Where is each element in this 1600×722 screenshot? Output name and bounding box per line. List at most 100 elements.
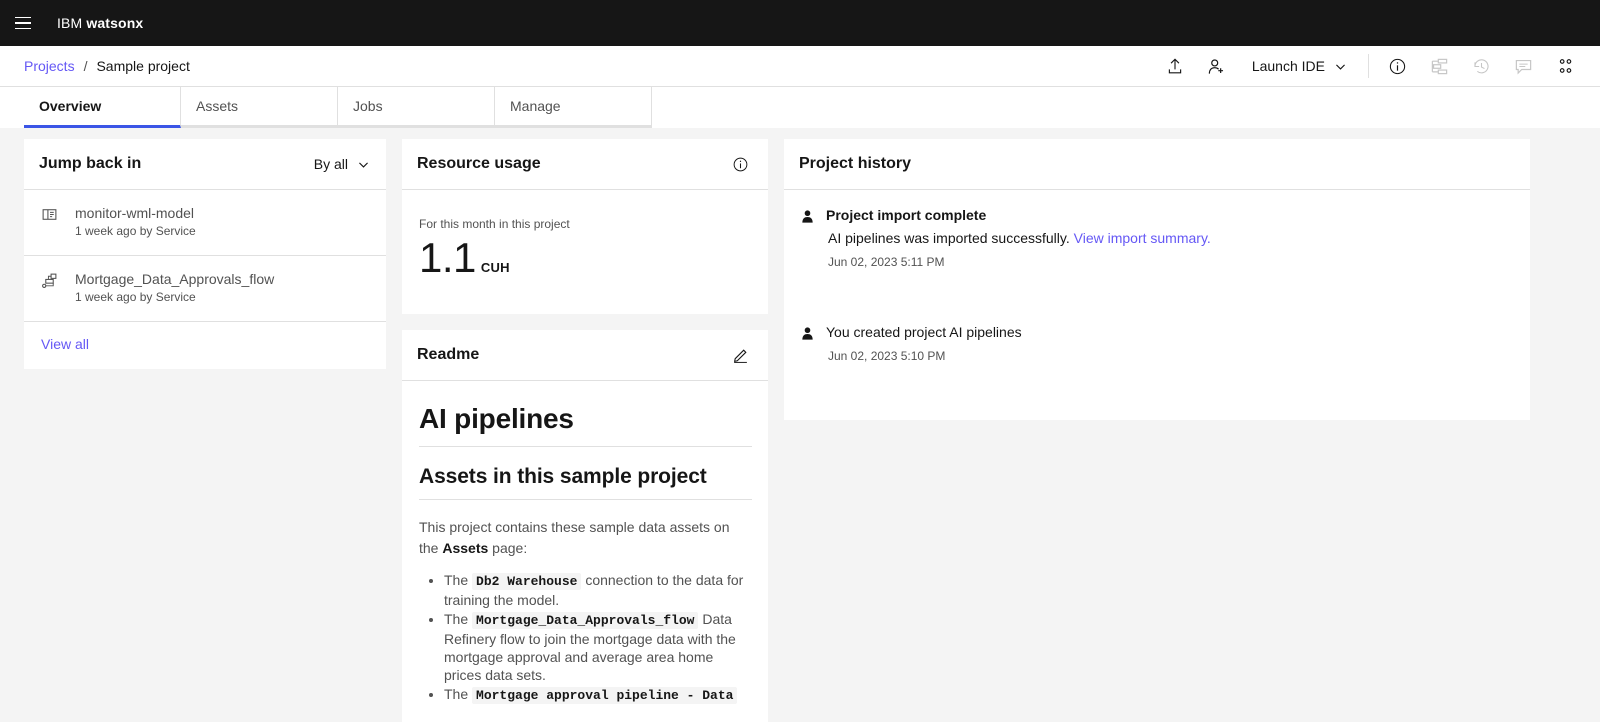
history-entry-content: You created project AI pipelines Jun 02,… [826,323,1022,364]
list-item-text: Mortgage_Data_Approvals_flow 1 week ago … [75,270,274,306]
breadcrumb-separator: / [83,58,88,74]
upload-icon[interactable] [1154,46,1196,87]
add-user-icon[interactable] [1196,46,1238,87]
readme-bullet: The Mortgage approval pipeline - Data [444,685,752,705]
tab-manage[interactable]: Manage [495,87,652,128]
resource-usage-value: 1.1 [419,234,476,281]
project-history-card: Project history Project import complete … [784,139,1530,420]
breadcrumb-actions: Launch IDE [1154,46,1586,86]
column-left: Jump back in By all monitor-wml-model 1 … [24,139,386,369]
history-entry-title: You created project AI pipelines [826,324,1022,340]
breadcrumb: Projects / Sample project [24,58,190,74]
app-header: IBM watsonx [0,0,1600,46]
tab-bar: Overview Assets Jobs Manage [0,87,1600,128]
user-avatar-icon [800,206,816,270]
bullet-code: Mortgage approval pipeline - Data [472,687,738,704]
user-avatar-icon [800,323,816,364]
history-entry: You created project AI pipelines Jun 02,… [800,323,1514,364]
chevron-down-icon [359,161,368,168]
tab-manage-label: Manage [510,98,561,114]
readme-bullet: The Db2 Warehouse connection to the data… [444,571,752,609]
list-item-name: Mortgage_Data_Approvals_flow [75,271,275,287]
bullet-text-before: The [444,611,473,627]
jump-back-in-header-actions: By all [314,156,370,172]
resource-usage-unit: CUH [480,260,510,275]
connections-icon[interactable] [1544,46,1586,87]
edit-pencil-icon[interactable] [728,343,752,367]
brand-name: watsonx [86,15,144,31]
resource-usage-card: Resource usage For this month in this pr… [402,139,768,314]
data-flow-icon [41,270,59,306]
project-history-title: Project history [799,155,912,172]
resource-usage-header: Resource usage [402,139,768,190]
readme-header-actions [728,343,752,367]
bullet-text-before: The [444,572,473,588]
brand-prefix: IBM [57,15,83,31]
readme-header: Readme [402,330,768,381]
breadcrumb-projects-link[interactable]: Projects [24,58,75,74]
readme-intro-bold: Assets [442,540,489,556]
jump-back-in-header: Jump back in By all [24,139,386,190]
resource-usage-period: For this month in this project [419,217,570,231]
launch-ide-button[interactable]: Launch IDE [1238,46,1361,87]
toolbar-divider [1368,54,1369,78]
project-history-body: Project import complete AI pipelines was… [784,190,1530,420]
tab-jobs[interactable]: Jobs [338,87,495,128]
readme-title: Readme [417,346,480,363]
chevron-down-icon [1336,63,1345,70]
bullet-text-before: The [444,686,473,702]
column-middle: Resource usage For this month in this pr… [402,139,768,722]
tab-assets[interactable]: Assets [181,87,338,128]
tab-jobs-label: Jobs [353,98,383,114]
history-entry-title: Project import complete [826,207,987,223]
bullet-code: Db2 Warehouse [472,573,582,590]
readme-body: AI pipelines Assets in this sample proje… [402,381,768,722]
comment-icon[interactable] [1502,46,1544,87]
information-icon[interactable] [728,152,752,176]
resource-usage-title: Resource usage [417,155,541,172]
resource-usage-header-actions [728,152,752,176]
jump-back-in-filter-dropdown[interactable]: By all [314,156,370,172]
list-item-text: monitor-wml-model 1 week ago by Service [75,204,196,240]
breadcrumb-bar: Projects / Sample project Launch IDE [0,46,1600,87]
bullet-code: Mortgage_Data_Approvals_flow [472,612,699,629]
information-icon[interactable] [1376,46,1418,87]
page-content: Jump back in By all monitor-wml-model 1 … [0,128,1600,722]
column-right: Project history Project import complete … [784,139,1530,420]
history-entry-content: Project import complete AI pipelines was… [826,206,1211,270]
history-icon[interactable] [1460,46,1502,87]
tab-overview[interactable]: Overview [24,87,181,128]
tab-assets-label: Assets [196,98,239,114]
tab-overview-label: Overview [39,98,102,114]
readme-intro: This project contains these sample data … [419,517,752,559]
jump-back-in-card: Jump back in By all monitor-wml-model 1 … [24,139,386,369]
jump-back-in-footer: View all [24,322,386,369]
jump-back-in-filter-label: By all [313,156,348,172]
brand-logo[interactable]: IBM watsonx [57,15,143,31]
history-entry-timestamp: Jun 02, 2023 5:10 PM [828,349,946,363]
hamburger-menu-icon[interactable] [0,0,46,46]
history-entry: Project import complete AI pipelines was… [800,206,1514,270]
view-all-link[interactable]: View all [41,336,89,352]
list-item-meta: 1 week ago by Service [75,290,196,304]
list-item-meta: 1 week ago by Service [75,224,196,238]
history-entry-description: AI pipelines was imported successfully. … [828,228,1211,248]
readme-bullet-list: The Db2 Warehouse connection to the data… [419,571,752,705]
list-item[interactable]: Mortgage_Data_Approvals_flow 1 week ago … [24,256,386,322]
model-icon [41,204,59,240]
readme-heading-2: Assets in this sample project [419,447,752,500]
launch-ide-label: Launch IDE [1251,58,1325,74]
readme-card: Readme AI pipelines Assets in this sampl… [402,330,768,722]
jump-back-in-title: Jump back in [39,155,142,172]
list-item[interactable]: monitor-wml-model 1 week ago by Service [24,190,386,256]
list-item-name: monitor-wml-model [75,205,195,221]
resource-usage-body: For this month in this project 1.1 CUH [402,190,768,314]
readme-heading-1: AI pipelines [419,381,752,447]
history-entry-timestamp: Jun 02, 2023 5:11 PM [828,255,945,269]
readme-bullet: The Mortgage_Data_Approvals_flow Data Re… [444,610,752,684]
breadcrumb-current-project: Sample project [96,58,190,74]
project-history-header: Project history [784,139,1530,190]
view-import-summary-link[interactable]: View import summary. [1074,230,1211,246]
hierarchy-icon[interactable] [1418,46,1460,87]
resource-usage-value-group: 1.1 CUH [419,234,752,282]
